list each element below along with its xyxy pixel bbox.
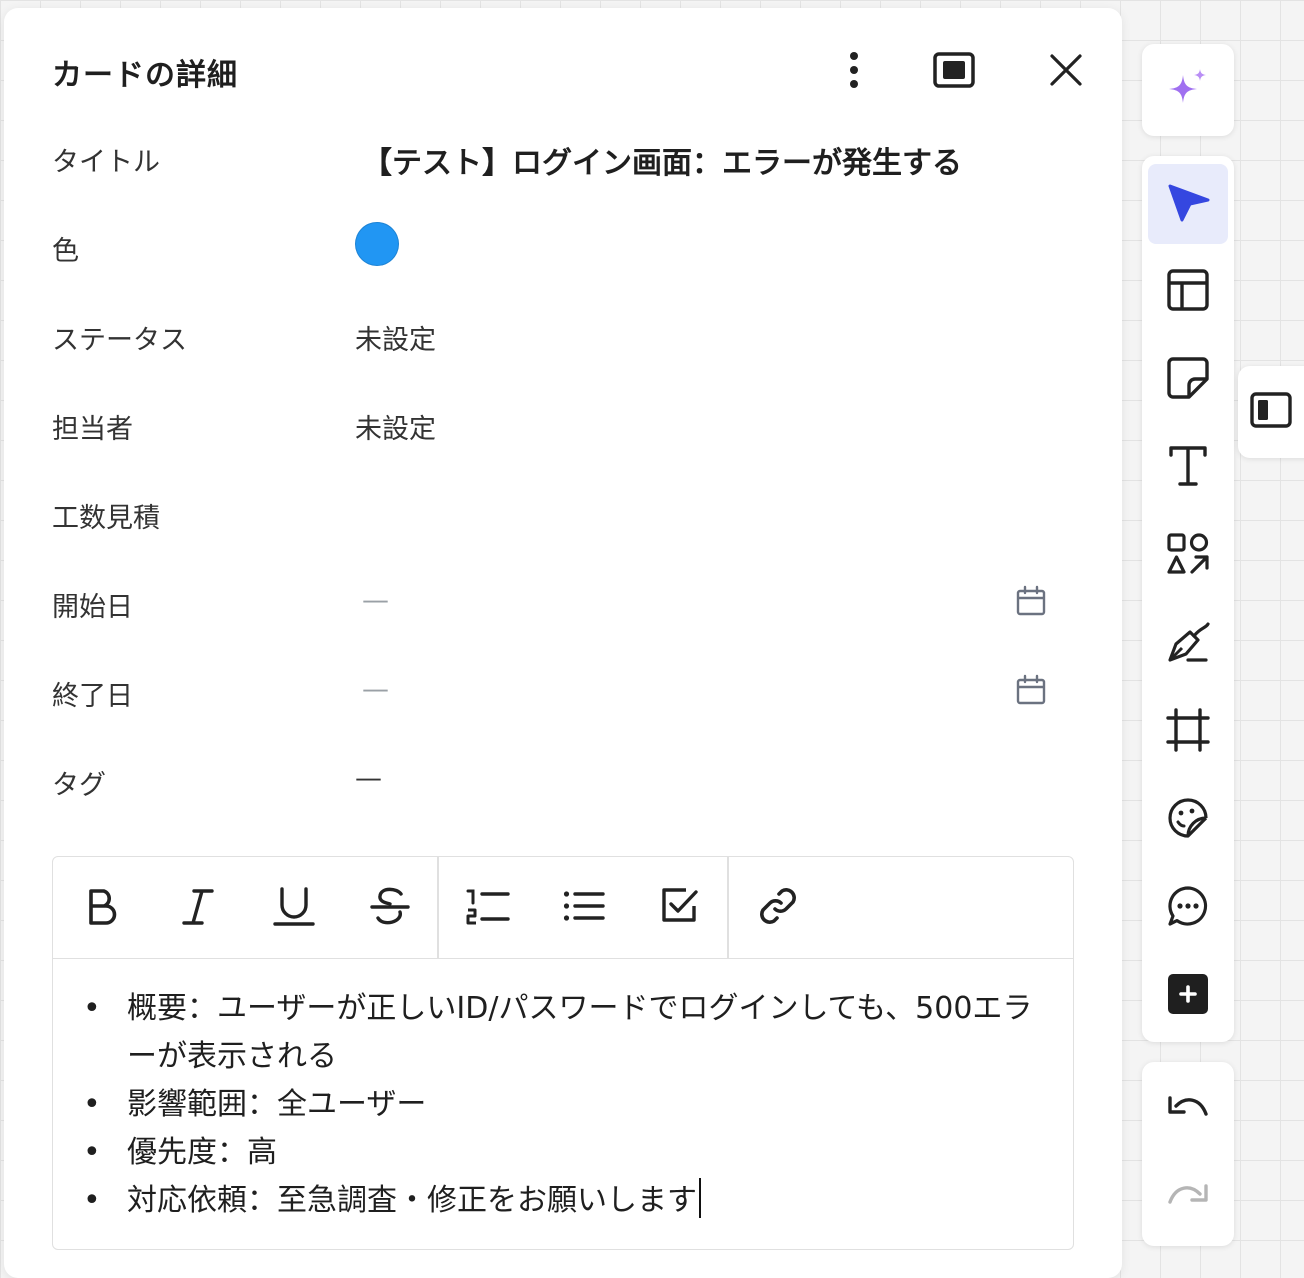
checkbox-icon	[660, 886, 700, 930]
strikethrough-button[interactable]	[363, 881, 417, 935]
text-cursor	[699, 1178, 701, 1218]
editor-toolbar	[53, 857, 1073, 959]
list-item-text: 概要：ユーザーが正しいID/パスワードでログインしても、500エラーが表示される	[127, 991, 1033, 1074]
sticker-tool[interactable]	[1148, 780, 1228, 860]
panel-title: カードの詳細	[52, 58, 238, 93]
expand-button[interactable]	[930, 46, 978, 94]
tags-label: タグ	[52, 770, 106, 801]
comment-tool[interactable]	[1148, 868, 1228, 948]
color-label: 色	[52, 236, 79, 267]
strikethrough-icon	[369, 885, 411, 931]
numbered-list-icon	[466, 886, 510, 930]
list-item: • 対応依頼：至急調査・修正をお願いします	[83, 1177, 1043, 1225]
history-toolbar	[1142, 1062, 1234, 1246]
title-label: タイトル	[52, 147, 160, 178]
frame-tool[interactable]	[1148, 692, 1228, 772]
list-item-text-wrapper: 対応依頼：至急調査・修正をお願いします	[127, 1177, 1043, 1225]
more-options-button[interactable]	[830, 46, 878, 94]
pen-icon	[1166, 620, 1210, 668]
pen-tool[interactable]	[1148, 604, 1228, 684]
text-tool[interactable]	[1148, 428, 1228, 508]
start-date-picker[interactable]	[1014, 584, 1048, 618]
close-button[interactable]	[1042, 46, 1090, 94]
italic-icon	[180, 886, 216, 930]
end-date-picker[interactable]	[1014, 673, 1048, 707]
sidepanel-toggle-icon	[1250, 392, 1292, 432]
bold-icon	[84, 886, 120, 930]
tools-toolbar	[1142, 156, 1234, 1042]
title-value[interactable]: 【テスト】ログイン画面：エラーが発生する	[362, 138, 962, 182]
close-icon	[1049, 53, 1083, 87]
calendar-icon	[1014, 674, 1048, 711]
add-button[interactable]	[1148, 956, 1228, 1036]
start-date-value[interactable]: —	[362, 585, 389, 616]
link-button[interactable]	[751, 881, 805, 935]
select-tool[interactable]	[1148, 164, 1228, 244]
bullet: •	[83, 1135, 101, 1170]
link-icon	[756, 884, 800, 932]
start-date-label: 開始日	[52, 592, 133, 623]
toolbar-divider	[437, 857, 439, 958]
shapes-tool[interactable]	[1148, 516, 1228, 596]
comment-icon	[1166, 884, 1210, 932]
estimate-value[interactable]	[355, 496, 955, 530]
editor-content[interactable]: • 概要：ユーザーが正しいID/パスワードでログインしても、500エラーが表示さ…	[83, 985, 1043, 1225]
toolbar-divider	[727, 857, 729, 958]
bullet-list-button[interactable]	[557, 881, 611, 935]
status-value[interactable]: 未設定	[355, 318, 436, 357]
bold-button[interactable]	[75, 881, 129, 935]
list-item-text: 対応依頼：至急調査・修正をお願いします	[127, 1183, 697, 1218]
list-item-text: 影響範囲：全ユーザー	[127, 1087, 427, 1122]
end-date-label: 終了日	[52, 681, 133, 712]
add-icon	[1167, 973, 1209, 1019]
text-icon	[1168, 445, 1208, 491]
redo-button[interactable]	[1148, 1158, 1228, 1238]
color-swatch[interactable]	[355, 222, 399, 266]
ai-assist-button[interactable]	[1148, 50, 1228, 130]
italic-button[interactable]	[171, 881, 225, 935]
checkbox-button[interactable]	[653, 881, 707, 935]
bullet-list-icon	[563, 889, 605, 927]
estimate-label: 工数見積	[52, 503, 160, 534]
sparkle-icon	[1165, 65, 1211, 115]
end-date-value[interactable]: —	[362, 674, 389, 705]
template-tool[interactable]	[1148, 252, 1228, 332]
card-detail-panel: カードの詳細 タイトル 【テスト】ログイン画面：エラーが発生する 色 ステータス…	[4, 8, 1122, 1278]
frame-icon	[1166, 708, 1210, 756]
undo-icon	[1166, 1092, 1210, 1128]
bullet: •	[83, 1183, 101, 1218]
shapes-icon	[1166, 532, 1210, 580]
tags-value[interactable]: —	[355, 763, 382, 794]
assignee-label: 担当者	[52, 414, 133, 445]
sticky-note-icon	[1167, 357, 1209, 403]
expand-icon	[933, 52, 975, 88]
bullet: •	[83, 1087, 101, 1122]
description-editor: • 概要：ユーザーが正しいID/パスワードでログインしても、500エラーが表示さ…	[52, 856, 1074, 1250]
list-item: • 影響範囲：全ユーザー	[83, 1081, 1043, 1129]
underline-button[interactable]	[267, 881, 321, 935]
numbered-list-button[interactable]	[461, 881, 515, 935]
bullet: •	[83, 991, 101, 1026]
ai-toolbar	[1142, 44, 1234, 136]
list-item: • 概要：ユーザーが正しいID/パスワードでログインしても、500エラーが表示さ…	[83, 985, 1043, 1081]
select-cursor-icon	[1166, 182, 1210, 226]
template-icon	[1167, 269, 1209, 315]
underline-icon	[273, 885, 315, 931]
status-label: ステータス	[52, 325, 187, 356]
sticker-icon	[1166, 796, 1210, 844]
sticky-note-tool[interactable]	[1148, 340, 1228, 420]
more-vertical-icon	[849, 50, 859, 90]
calendar-icon	[1014, 585, 1048, 622]
list-item-text: 優先度：高	[127, 1135, 277, 1170]
undo-button[interactable]	[1148, 1070, 1228, 1150]
sidepanel-toggle-button[interactable]	[1238, 366, 1304, 458]
list-item: • 優先度：高	[83, 1129, 1043, 1177]
assignee-value[interactable]: 未設定	[355, 407, 436, 446]
redo-icon	[1166, 1180, 1210, 1216]
